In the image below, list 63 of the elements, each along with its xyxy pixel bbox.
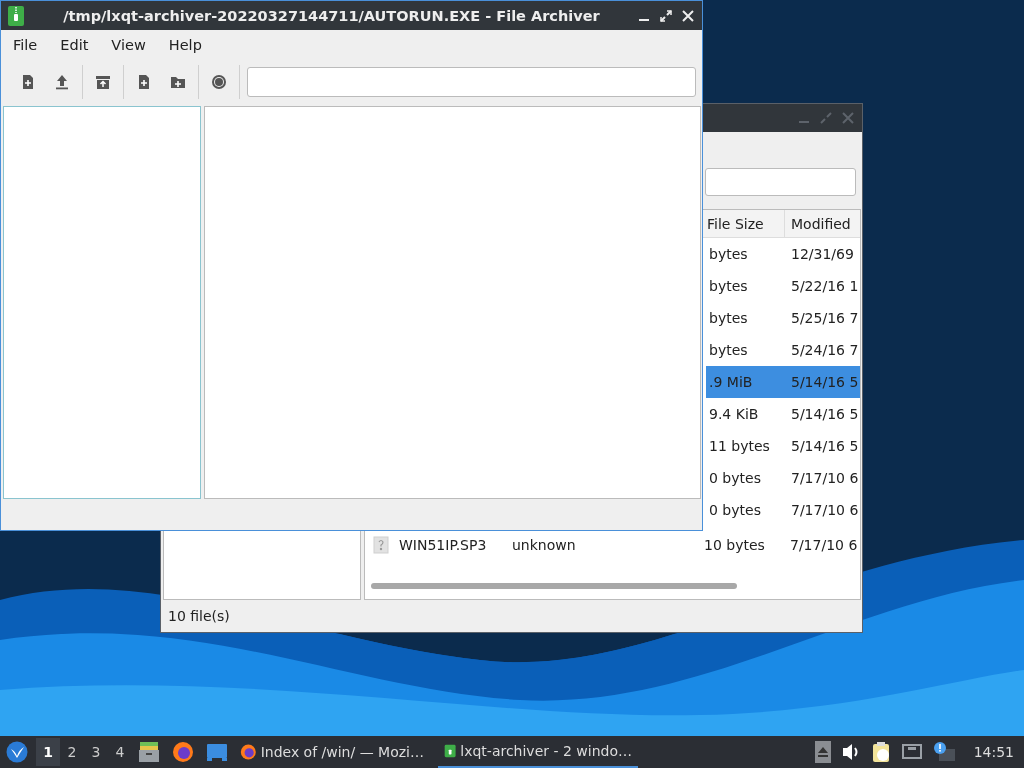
task-button[interactable]: Index of /win/ — Mozi…	[234, 736, 430, 768]
menu-item[interactable]: Edit	[52, 33, 97, 57]
file-modified: 7/17/10 6	[791, 502, 860, 519]
file-size: bytes	[709, 310, 749, 327]
location-field[interactable]	[705, 167, 856, 196]
file-row[interactable]: 9.4 KiB 5/14/16 5	[706, 398, 860, 431]
menu-item[interactable]: File	[5, 33, 46, 57]
file-row[interactable]: bytes 12/31/69	[706, 238, 860, 271]
file-size: 11 bytes	[709, 438, 771, 455]
clock[interactable]: 14:51	[973, 744, 1014, 760]
eject-icon[interactable]	[814, 741, 831, 763]
file-row[interactable]: bytes 5/24/16 7	[706, 334, 860, 367]
file-size: bytes	[709, 278, 749, 295]
file-row[interactable]: bytes 5/25/16 7	[706, 302, 860, 335]
clipboard-icon[interactable]	[870, 741, 891, 763]
file-size: bytes	[709, 246, 749, 263]
file-size: 0 bytes	[709, 470, 762, 487]
file-modified: 5/14/16 5	[791, 406, 860, 423]
task-button[interactable]: lxqt-archiver - 2 windo…	[438, 736, 638, 768]
window-title: /tmp/lxqt-archiver-20220327144711/AUTORUN.EXE - File Archiver	[62, 7, 601, 24]
desktop-button[interactable]: 2	[60, 738, 84, 766]
file-row[interactable]: 0 bytes 7/17/10 6	[706, 462, 860, 495]
file-size: bytes	[709, 342, 749, 359]
menu-item[interactable]: View	[103, 33, 154, 57]
status-text: 10 file(s)	[168, 608, 230, 625]
file-row[interactable]: WIN51IP.SP3 unknown 10 bytes 7/17/10 6	[365, 531, 860, 559]
file-plus-icon[interactable]	[136, 73, 152, 90]
file-modified: 5/25/16 7	[791, 310, 860, 327]
file-size: 10 bytes	[704, 536, 766, 553]
file-modified: 5/14/16 5	[791, 438, 860, 455]
column-header[interactable]: Modified	[784, 210, 860, 238]
notification-icon[interactable]	[932, 741, 955, 763]
desktop-button[interactable]: 1	[36, 738, 60, 766]
file-modified: 7/17/10 6	[791, 470, 860, 487]
file-row[interactable]: bytes 5/22/16 1	[706, 270, 860, 303]
desktop-button[interactable]: 3	[84, 738, 108, 766]
desktop-button[interactable]: 4	[108, 738, 132, 766]
file-row[interactable]: 0 bytes 7/17/10 6	[706, 494, 860, 527]
file-modified: 5/22/16 1	[791, 278, 860, 295]
column-header[interactable]: File Size	[704, 210, 784, 238]
drawer-icon[interactable]	[138, 741, 160, 763]
file-size: .9 MiB	[709, 374, 754, 391]
file-modified: 12/31/69	[791, 246, 855, 263]
file-modified: 5/24/16 7	[791, 342, 860, 359]
menu-item[interactable]: Help	[160, 33, 210, 57]
file-modified: 7/17/10 6	[790, 536, 859, 553]
file-plus-icon[interactable]	[20, 73, 36, 90]
file-row[interactable]: 11 bytes 5/14/16 5	[706, 430, 860, 463]
path-field[interactable]	[247, 66, 696, 97]
file-type: unknown	[512, 536, 577, 553]
file-row[interactable]: .9 MiB 5/14/16 5	[706, 366, 860, 399]
unknown-file-icon	[373, 535, 389, 554]
box-icon[interactable]	[95, 73, 111, 90]
file-name: WIN51IP.SP3	[399, 536, 488, 553]
file-size: 9.4 KiB	[709, 406, 760, 423]
upload-icon[interactable]	[54, 73, 70, 90]
start-menu-icon[interactable]	[6, 741, 28, 763]
file-size: 0 bytes	[709, 502, 762, 519]
circle-icon[interactable]	[211, 73, 227, 90]
file-modified: 5/14/16 5	[791, 374, 860, 391]
app-icon	[7, 4, 25, 27]
desktop-icon[interactable]	[206, 741, 228, 763]
scrollbar[interactable]	[371, 583, 737, 590]
